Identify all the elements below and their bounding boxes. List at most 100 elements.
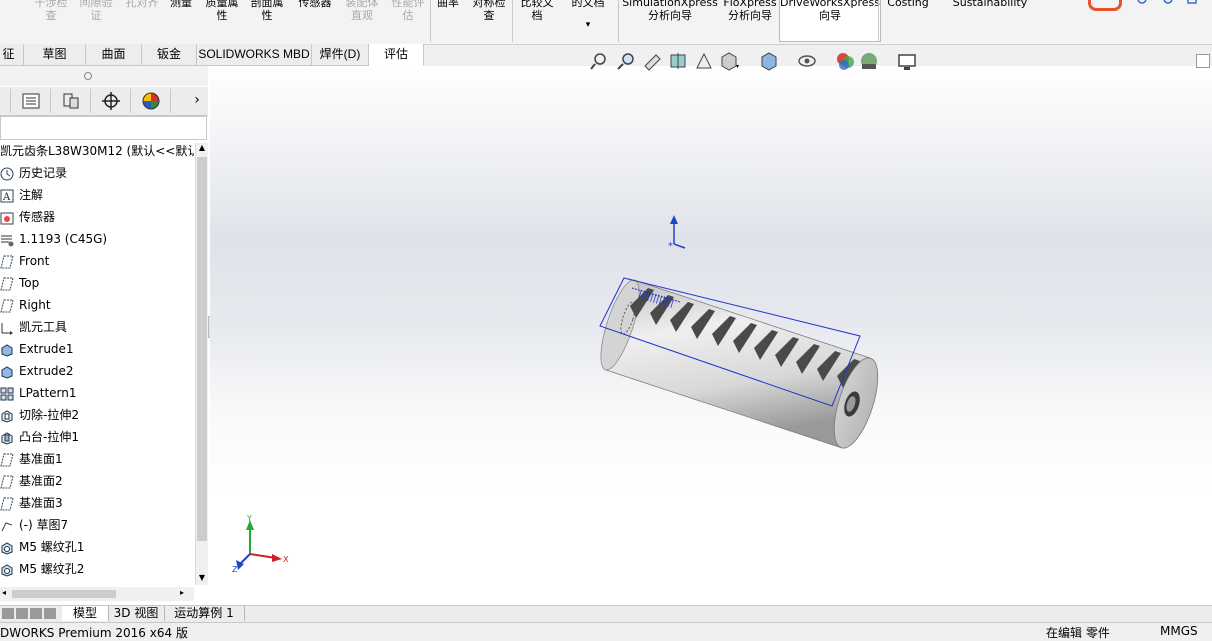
scroll-thumb[interactable] — [197, 157, 207, 541]
scroll-up-icon[interactable]: ▲ — [197, 143, 207, 153]
dropdown-arrow-icon[interactable]: ▾ — [562, 19, 614, 32]
ribbon-button-4[interactable]: 质量属 性 — [200, 0, 244, 38]
ribbon-button-7[interactable]: 装配体 直观 — [338, 0, 386, 38]
tab-property-manager[interactable] — [12, 89, 51, 113]
tree-vertical-scrollbar[interactable]: ▲ ▼ — [195, 143, 208, 585]
scroll-left-icon[interactable]: ◂ — [2, 588, 10, 600]
tree-item[interactable]: 切除-拉伸2 — [0, 404, 194, 426]
extrude-icon — [0, 342, 14, 357]
tab-dimxpert-manager[interactable] — [92, 89, 131, 113]
tree-item[interactable]: 基准面2 — [0, 470, 194, 492]
tree-item-label: M5 螺纹孔1 — [19, 540, 85, 554]
tree-item-label: Extrude1 — [19, 342, 74, 356]
feature-filter-input[interactable] — [0, 116, 207, 140]
tree-item[interactable]: Extrude2 — [0, 360, 194, 382]
ribbon-button-label: 剖面属 性 — [250, 0, 284, 22]
gear-rack-part[interactable] — [593, 276, 887, 453]
tree-item[interactable]: 基准面3 — [0, 492, 194, 514]
tree-item[interactable]: Extrude1 — [0, 338, 194, 360]
tab-0[interactable]: 征 — [0, 44, 24, 66]
ribbon-button-label: 比较文 档 — [520, 0, 554, 22]
graphics-area[interactable]: ▾ * |||||||||||| Y X Z — [210, 52, 1212, 606]
tree-item[interactable]: Front — [0, 250, 194, 272]
ribbon-button-10[interactable]: 对称检 查 — [466, 0, 512, 38]
ribbon-button-6[interactable]: 传感器 — [292, 0, 338, 38]
tree-item[interactable]: M5 螺纹孔2 — [0, 558, 194, 580]
tree-item[interactable]: 凯元工具 — [0, 316, 194, 338]
ribbon-button-label: 干涉检 查 — [34, 0, 68, 22]
status-units[interactable]: MMGS — [1160, 624, 1198, 638]
bottom-tab-2[interactable]: 运动算例 1 — [164, 606, 245, 621]
model-origin-triad: * — [668, 215, 686, 252]
scroll-right-icon[interactable]: ▸ — [180, 588, 188, 600]
ribbon-button-label: 测量 — [170, 0, 192, 9]
tree-item-label: 注解 — [19, 188, 44, 202]
pane-collapse-bar[interactable] — [0, 66, 208, 86]
ribbon-button-3[interactable]: 测量 — [166, 0, 196, 38]
tab-4[interactable]: SOLIDWORKS MBD — [197, 44, 312, 66]
brand-logo-icon — [1088, 0, 1122, 11]
root-part-label: 凯元齿条L38W30M12 (默认<<默认 — [0, 144, 194, 158]
tree-item[interactable]: Top — [0, 272, 194, 294]
ribbon-button-12[interactable]: 的文档 ▾ — [562, 0, 614, 38]
tree-item[interactable]: 传感器 — [0, 206, 194, 228]
annotation-icon: A — [0, 188, 14, 203]
reference-triad-icon[interactable]: Y X Z — [232, 514, 292, 574]
model-canvas[interactable]: * |||||||||||| — [210, 66, 1212, 606]
scroll-down-icon[interactable]: ▼ — [197, 573, 207, 583]
tab-5[interactable]: 焊件(D) — [312, 44, 369, 66]
tab-configuration-manager[interactable] — [52, 89, 91, 113]
ribbon-button-17[interactable]: Sustainability — [950, 0, 1030, 38]
manager-tabs: › — [0, 87, 208, 116]
ribbon-button-2[interactable]: 孔对齐 — [120, 0, 164, 38]
tab-scroll-buttons[interactable] — [0, 606, 60, 621]
ribbon-button-11[interactable]: 比较文 档 — [514, 0, 560, 38]
ribbon-button-label: 传感器 — [298, 0, 332, 9]
ribbon-button-13[interactable]: SimulationXpress 分析向导 — [622, 0, 718, 38]
tree-item[interactable]: 历史记录 — [0, 162, 194, 184]
ribbon-button-14[interactable]: FloXpress 分析向导 — [722, 0, 778, 38]
display-manager-icon — [142, 92, 160, 110]
ribbon-button-1[interactable]: 间隙验 证 — [74, 0, 118, 38]
tree-item[interactable]: 凸台-拉伸1 — [0, 426, 194, 448]
tree-item-label: 基准面2 — [19, 474, 63, 488]
tab-1[interactable]: 草图 — [24, 44, 86, 66]
ribbon-button-label: SimulationXpress 分析向导 — [622, 0, 718, 22]
plane-icon — [0, 452, 14, 467]
tree-item[interactable]: 1.1193 (C45G) — [0, 228, 194, 250]
tree-item[interactable]: 基准面1 — [0, 448, 194, 470]
plane-icon — [0, 254, 14, 269]
bottom-tab-1[interactable]: 3D 视图 — [108, 606, 165, 621]
ribbon-button-0[interactable]: 干涉检 查 — [30, 0, 72, 38]
ribbon-button-9[interactable]: 曲率 — [432, 0, 464, 38]
hole-wizard-icon — [0, 562, 14, 577]
ribbon-button-5[interactable]: 剖面属 性 — [246, 0, 288, 38]
svg-text:Y: Y — [246, 514, 252, 523]
tab-6[interactable]: 评估 — [369, 44, 424, 66]
tab-display-manager[interactable] — [132, 89, 171, 113]
cut-extrude-icon — [0, 408, 14, 423]
ribbon-button-label: 质量属 性 — [205, 0, 239, 22]
collapse-dot-icon[interactable] — [84, 72, 92, 80]
plane-icon — [0, 298, 14, 313]
tree-item-label: 凯元工具 — [19, 320, 68, 334]
hscroll-thumb[interactable] — [12, 590, 116, 598]
tree-item-label: Extrude2 — [19, 364, 74, 378]
tree-horizontal-scrollbar[interactable]: ◂ ▸ — [0, 587, 194, 601]
ribbon-button-16[interactable]: Costing — [880, 0, 936, 38]
bottom-tab-0[interactable]: 模型 — [62, 606, 109, 621]
tree-item[interactable]: LPattern1 — [0, 382, 194, 404]
tab-2[interactable]: 曲面 — [86, 44, 142, 66]
tree-item-label: 传感器 — [19, 210, 56, 224]
ribbon-button-15[interactable]: DriveWorksXpress 向导 — [779, 0, 881, 42]
sensor-icon — [0, 210, 14, 225]
ribbon-button-8[interactable]: 性能评 估 — [386, 0, 430, 38]
tree-item[interactable]: M5 螺纹孔1 — [0, 536, 194, 558]
tab-feature-manager[interactable] — [0, 89, 11, 113]
tree-item[interactable]: (-) 草图7 — [0, 514, 194, 536]
tab-3[interactable]: 钣金 — [142, 44, 197, 66]
chevron-right-icon[interactable]: › — [190, 92, 204, 110]
tree-item[interactable]: A 注解 — [0, 184, 194, 206]
command-manager-ribbon: 干涉检 查间隙验 证 孔对齐 测量 质量属 性剖面属 性 传感器 装配体 直观 性能评 估 曲… — [0, 0, 1212, 45]
tree-item[interactable]: Right — [0, 294, 194, 316]
